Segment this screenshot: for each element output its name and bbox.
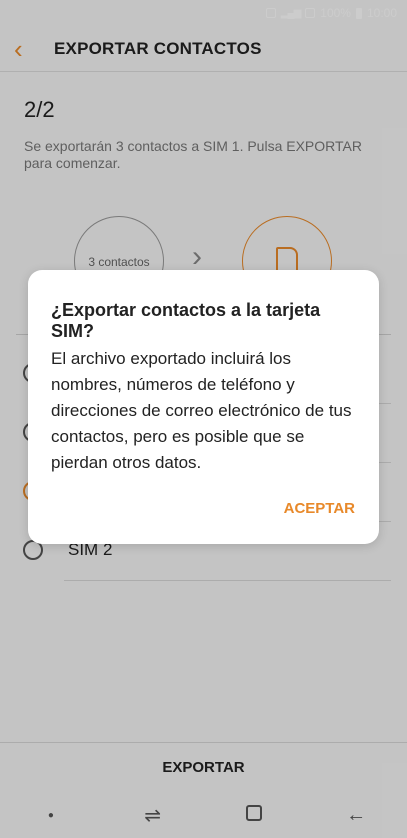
dialog-body: El archivo exportado incluirá los nombre… — [51, 349, 352, 472]
export-confirm-dialog: ¿Exportar contactos a la tarjeta SIM? El… — [28, 270, 379, 544]
dialog-title: ¿Exportar contactos a la tarjeta SIM? — [51, 300, 321, 341]
accept-button[interactable]: ACEPTAR — [284, 500, 355, 517]
